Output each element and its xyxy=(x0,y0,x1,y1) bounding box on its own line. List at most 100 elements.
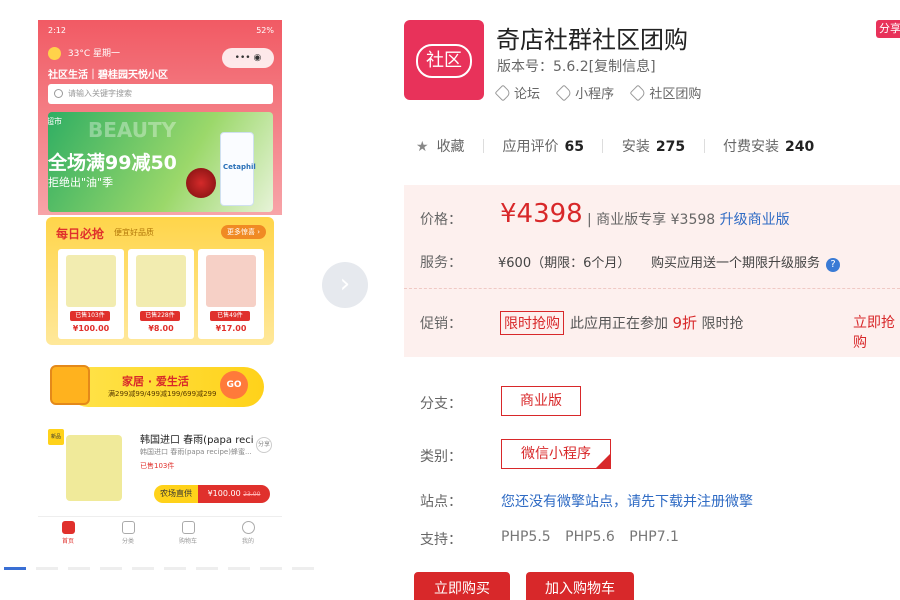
farm-tag: 农场直供 xyxy=(154,485,198,503)
tag-miniprogram[interactable]: 小程序 xyxy=(555,83,615,102)
deal-sold: 已售49件 xyxy=(210,311,250,321)
flash-sale-badge: 限时抢购 xyxy=(500,311,564,335)
carousel-next-button[interactable]: › xyxy=(322,262,368,308)
share-button[interactable]: 分享 xyxy=(876,20,900,38)
tab-cart[interactable]: 购物车 xyxy=(168,521,208,545)
product-image xyxy=(66,255,116,307)
tag-label: 论坛 xyxy=(514,87,541,102)
help-icon[interactable]: ? xyxy=(826,258,841,272)
phone-status-bar: 2:12 52% xyxy=(48,26,274,38)
station-label: 站点： xyxy=(420,494,462,510)
support-version: PHP5.6 xyxy=(565,529,615,545)
carousel-dot[interactable] xyxy=(164,567,186,570)
deal-item[interactable]: 已售103件 ¥100.00 xyxy=(58,249,124,339)
tag-community-group[interactable]: 社区团购 xyxy=(629,83,702,102)
category-label: 类别： xyxy=(420,449,462,465)
app-icon-text: 社区 xyxy=(416,44,472,78)
promo-suffix: 限时抢 xyxy=(701,316,744,332)
branch-label: 分支： xyxy=(420,396,462,412)
product-old-price: 23.00 xyxy=(243,491,261,498)
phone-tabbar: 首页 分类 购物车 我的 xyxy=(38,516,282,550)
weather: 33°C 星期一 xyxy=(48,46,120,60)
tab-profile[interactable]: 我的 xyxy=(228,521,268,545)
app-version[interactable]: 版本号：5.6.2[复制信息] xyxy=(497,56,656,76)
tag-icon xyxy=(555,84,573,102)
product-image xyxy=(66,435,122,501)
daily-title: 每日必抢 xyxy=(56,227,105,241)
carousel-dot[interactable] xyxy=(132,567,154,570)
divider xyxy=(483,139,485,153)
banner-tag: 超市 xyxy=(48,117,62,126)
station-register-link[interactable]: 您还没有微擎站点，请先下载并注册微擎 xyxy=(501,491,753,511)
deal-sold: 已售103件 xyxy=(70,311,110,321)
price-panel: 价格： ¥4398 | 商业版专享 ¥3598 升级商业版 服务： ¥600（期… xyxy=(404,185,900,357)
favorite-button[interactable]: ★ 收藏 xyxy=(416,139,465,155)
daily-subtitle: 便宜好品质 xyxy=(114,228,154,237)
service-text: ¥600（期限：6个月） 购买应用送一个期限升级服务 xyxy=(498,256,821,271)
carousel-dot[interactable] xyxy=(68,567,90,570)
tag-label: 社区团购 xyxy=(649,87,702,102)
tag-label: 小程序 xyxy=(575,87,615,102)
carousel-dot[interactable] xyxy=(196,567,218,570)
app-icon: 社区 xyxy=(404,20,484,100)
product-sold: 已售103件 xyxy=(140,462,175,470)
deal-item[interactable]: 已售228件 ¥8.00 xyxy=(128,249,194,339)
tag-forum[interactable]: 论坛 xyxy=(494,83,541,102)
carousel-dot[interactable] xyxy=(36,567,58,570)
miniprogram-capsule[interactable]: ••• ◉ xyxy=(222,48,274,68)
rating-count: 65 xyxy=(564,139,584,155)
support-versions: PHP5.5 PHP5.6 PHP7.1 xyxy=(501,529,689,545)
price-label: 价格： xyxy=(420,212,462,228)
product-image xyxy=(136,255,186,307)
tab-home[interactable]: 首页 xyxy=(48,521,88,545)
carousel-dot[interactable] xyxy=(260,567,282,570)
home-icon xyxy=(61,521,75,534)
branch-option-business[interactable]: 商业版 xyxy=(501,386,581,416)
new-flag: 新品 xyxy=(48,429,64,445)
tv-icon xyxy=(50,365,90,405)
pro-price: | 商业版专享 ¥3598 升级商业版 xyxy=(587,212,790,228)
phone-search-input[interactable]: 请输入关键字搜索 xyxy=(48,84,273,104)
carousel-dot[interactable] xyxy=(100,567,122,570)
support-version: PHP7.1 xyxy=(629,529,679,545)
divider xyxy=(404,288,900,289)
support-label: 支持： xyxy=(420,532,462,548)
tab-label: 分类 xyxy=(121,538,134,545)
banner-headline: 全场满99减50 xyxy=(48,152,177,174)
carousel-dot[interactable] xyxy=(228,567,250,570)
promo-info: 限时抢购 此应用正在参加 9折 限时抢 xyxy=(500,311,743,335)
install-label: 安装 xyxy=(621,139,650,155)
pro-label: 商业版专享 xyxy=(596,212,667,228)
share-icon[interactable]: 分享 xyxy=(256,437,272,453)
install-count: 275 xyxy=(655,139,686,155)
category-option-label: 微信小程序 xyxy=(521,446,591,462)
promo-banner[interactable]: BEAUTY 超市 全场满99减50 拒绝出"油"季 Cetaphil xyxy=(48,112,273,212)
battery-status: 52% xyxy=(256,26,274,35)
category-option-wechat-miniprogram[interactable]: 微信小程序 xyxy=(501,439,611,469)
deal-price: ¥8.00 xyxy=(148,324,174,333)
product-card[interactable]: 新品 韩国进口 春雨(papa reci 韩国进口 春雨(papa recipe… xyxy=(46,425,274,515)
search-icon xyxy=(54,89,63,98)
more-surprises-button[interactable]: 更多惊喜 › xyxy=(220,225,266,239)
pro-price-value: ¥3598 xyxy=(670,212,716,228)
grab-now-link[interactable]: 立即抢购 xyxy=(853,312,900,352)
star-icon: ★ xyxy=(416,139,429,155)
add-to-cart-button[interactable]: 加入购物车 xyxy=(526,572,634,600)
product-desc: 韩国进口 春雨(papa recipe)蜂蜜... xyxy=(140,448,252,456)
bottle-label: Cetaphil xyxy=(223,163,256,171)
carousel-dot[interactable] xyxy=(292,567,314,570)
paid-count: 240 xyxy=(785,139,815,155)
go-button[interactable]: GO xyxy=(220,371,248,399)
buy-now-button[interactable]: 立即购买 xyxy=(414,572,510,600)
carousel-dot[interactable] xyxy=(4,567,26,570)
community-name[interactable]: 社区生活｜碧桂园天悦小区 xyxy=(48,66,168,81)
home-life-banner[interactable]: 家居 · 爱生活 满299减99/499减199/699减299 GO xyxy=(46,355,274,417)
home-banner-title: 家居 · 爱生活 xyxy=(122,375,189,388)
home-banner-subtitle: 满299减99/499减199/699减299 xyxy=(108,390,217,398)
deal-item[interactable]: 已售49件 ¥17.00 xyxy=(198,249,264,339)
sun-icon xyxy=(48,47,61,60)
tab-category[interactable]: 分类 xyxy=(108,521,148,545)
upgrade-link[interactable]: 升级商业版 xyxy=(720,212,790,228)
divider xyxy=(703,139,705,153)
product-buy-button[interactable]: ¥100.00 23.00 xyxy=(198,485,270,503)
